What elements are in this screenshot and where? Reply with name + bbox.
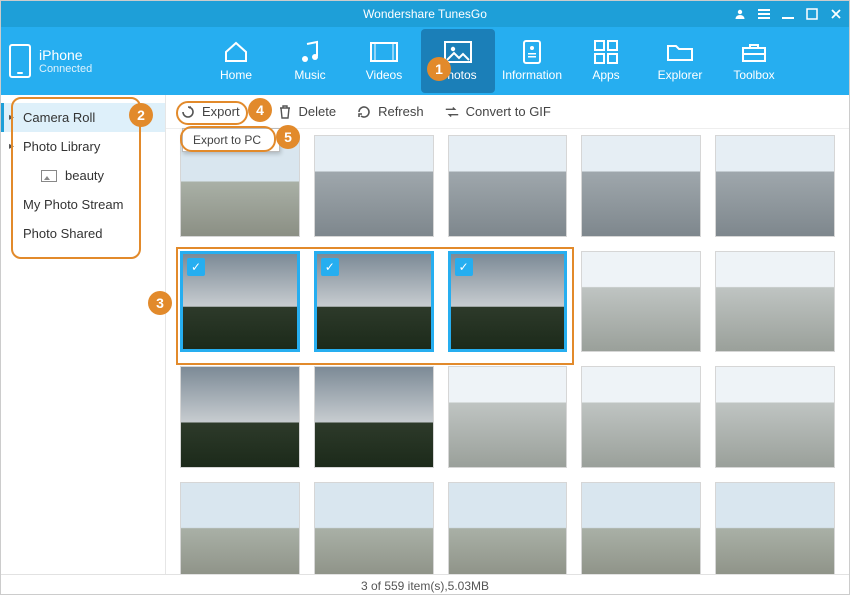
photo-thumb[interactable] — [448, 482, 568, 574]
sidebar-item-label: Camera Roll — [23, 110, 95, 125]
sidebar-item-photo-library[interactable]: ▸ Photo Library — [1, 132, 165, 161]
photo-thumb[interactable] — [314, 482, 434, 574]
toolbox-icon — [740, 40, 768, 64]
nav-label: Home — [220, 68, 252, 82]
toolbar: Export ▼ Export to PC Delete Refresh — [166, 95, 849, 129]
status-bar: 3 of 559 item(s),5.03MB — [1, 574, 849, 596]
export-label: Export — [202, 104, 240, 119]
videos-icon — [370, 40, 398, 64]
nav-home[interactable]: Home — [199, 29, 273, 93]
photo-thumb[interactable] — [180, 366, 300, 468]
sidebar-item-label: beauty — [65, 168, 104, 183]
photo-thumb[interactable] — [715, 366, 835, 468]
nav-label: Apps — [592, 68, 619, 82]
phone-icon — [9, 44, 31, 78]
nav-information[interactable]: Information — [495, 29, 569, 93]
photo-thumb[interactable] — [448, 366, 568, 468]
photo-grid-wrap: ✓ ✓ ✓ — [166, 129, 849, 574]
chevron-down-icon: ▼ — [248, 107, 257, 117]
maximize-icon[interactable] — [805, 7, 819, 21]
device-name: iPhone — [39, 47, 92, 63]
photo-thumb[interactable] — [581, 135, 701, 237]
album-icon — [41, 170, 57, 182]
refresh-label: Refresh — [378, 104, 424, 119]
export-icon — [180, 104, 196, 120]
check-icon: ✓ — [187, 258, 205, 276]
delete-label: Delete — [299, 104, 337, 119]
device-status: Connected — [39, 63, 92, 75]
convert-label: Convert to GIF — [466, 104, 551, 119]
refresh-icon — [356, 104, 372, 120]
chevron-right-icon: ▸ — [9, 141, 14, 152]
nav-label: Toolbox — [733, 68, 774, 82]
delete-icon — [277, 104, 293, 120]
delete-button[interactable]: Delete — [277, 104, 337, 120]
music-icon — [296, 40, 324, 64]
apps-icon — [592, 40, 620, 64]
close-icon[interactable] — [829, 7, 843, 21]
photo-thumb[interactable] — [314, 135, 434, 237]
sidebar-item-beauty[interactable]: beauty — [1, 161, 165, 190]
explorer-icon — [666, 40, 694, 64]
nav-explorer[interactable]: Explorer — [643, 29, 717, 93]
nav-music[interactable]: Music — [273, 29, 347, 93]
convert-icon — [444, 104, 460, 120]
export-button[interactable]: Export ▼ Export to PC — [180, 104, 257, 120]
refresh-button[interactable]: Refresh — [356, 104, 424, 120]
photo-thumb[interactable] — [715, 482, 835, 574]
check-icon: ✓ — [455, 258, 473, 276]
nav-label: Information — [502, 68, 562, 82]
photo-thumb[interactable] — [581, 251, 701, 353]
photo-thumb[interactable] — [314, 366, 434, 468]
photo-thumb[interactable] — [448, 135, 568, 237]
sidebar-item-label: My Photo Stream — [23, 197, 123, 212]
nav-photos[interactable]: Photos 1 — [421, 29, 495, 93]
minimize-icon[interactable] — [781, 7, 795, 21]
photo-thumb-selected[interactable]: ✓ — [180, 251, 300, 353]
photo-thumb[interactable] — [180, 482, 300, 574]
nav-videos[interactable]: Videos — [347, 29, 421, 93]
sidebar: ▸ Camera Roll ▸ Photo Library beauty My … — [1, 95, 166, 574]
photo-thumb-selected[interactable]: ✓ — [314, 251, 434, 353]
window-controls — [733, 7, 843, 21]
check-icon: ✓ — [321, 258, 339, 276]
titlebar: Wondershare TunesGo — [1, 1, 849, 27]
main-nav: Home Music Videos Photos 1 Information A… — [179, 29, 841, 93]
status-text: 3 of 559 item(s),5.03MB — [361, 579, 489, 593]
nav-label: Explorer — [658, 68, 703, 82]
photo-thumb[interactable] — [715, 251, 835, 353]
device-panel[interactable]: iPhone Connected — [9, 44, 179, 78]
photo-grid: ✓ ✓ ✓ — [166, 129, 849, 574]
photo-thumb[interactable] — [715, 135, 835, 237]
convert-gif-button[interactable]: Convert to GIF — [444, 104, 551, 120]
menu-icon[interactable] — [757, 7, 771, 21]
chevron-right-icon: ▸ — [9, 112, 14, 123]
photos-icon — [444, 40, 472, 64]
header: iPhone Connected Home Music Videos Photo… — [1, 27, 849, 95]
nav-apps[interactable]: Apps — [569, 29, 643, 93]
photo-thumb[interactable] — [581, 482, 701, 574]
sidebar-item-my-photo-stream[interactable]: My Photo Stream — [1, 190, 165, 219]
nav-label: Photos — [439, 68, 476, 82]
export-dropdown: Export to PC — [182, 128, 280, 152]
sidebar-item-label: Photo Library — [23, 139, 100, 154]
menu-item-label: Export to PC — [193, 133, 261, 147]
photo-thumb[interactable] — [581, 366, 701, 468]
photo-thumb-selected[interactable]: ✓ — [448, 251, 568, 353]
user-icon[interactable] — [733, 7, 747, 21]
nav-label: Music — [294, 68, 325, 82]
sidebar-item-label: Photo Shared — [23, 226, 103, 241]
export-to-pc-item[interactable]: Export to PC — [183, 129, 279, 151]
sidebar-item-photo-shared[interactable]: Photo Shared — [1, 219, 165, 248]
app-title: Wondershare TunesGo — [363, 7, 487, 21]
nav-toolbox[interactable]: Toolbox — [717, 29, 791, 93]
sidebar-item-camera-roll[interactable]: ▸ Camera Roll — [1, 103, 165, 132]
main-panel: Export ▼ Export to PC Delete Refresh — [166, 95, 849, 574]
home-icon — [222, 40, 250, 64]
nav-label: Videos — [366, 68, 402, 82]
information-icon — [518, 40, 546, 64]
